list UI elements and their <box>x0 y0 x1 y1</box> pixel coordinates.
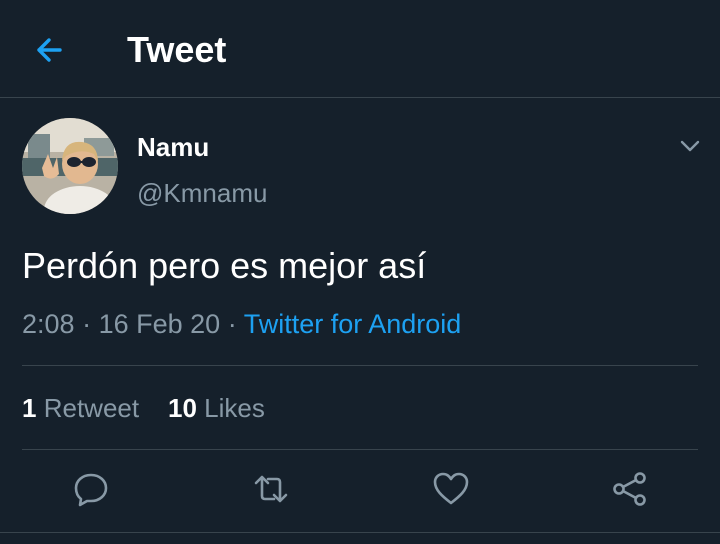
chevron-down-icon <box>680 140 700 152</box>
likes-label: Likes <box>204 393 265 423</box>
tweet-metadata: 2:08 · 16 Feb 20 · Twitter for Android <box>22 308 461 340</box>
retweet-icon <box>254 475 288 503</box>
like-button[interactable] <box>432 470 470 508</box>
heart-icon <box>433 472 469 505</box>
retweet-label: Retweet <box>43 393 140 423</box>
retweets-stat[interactable]: 1 Retweet <box>22 393 139 423</box>
profile-photo <box>22 118 118 214</box>
top-bar: Tweet <box>0 0 720 98</box>
engagement-stats: 1 Retweet 10 Likes <box>22 392 265 424</box>
retweet-button[interactable] <box>252 470 290 508</box>
reply-icon <box>74 473 108 507</box>
divider <box>22 365 698 366</box>
arrow-left-icon <box>37 38 62 62</box>
retweet-count: 1 <box>22 393 37 423</box>
display-name[interactable]: Namu <box>137 132 209 162</box>
tweet-time: 2:08 <box>22 309 75 339</box>
back-button[interactable] <box>30 30 70 70</box>
tweet-date: 16 Feb 20 <box>98 309 221 339</box>
share-button[interactable] <box>611 470 649 508</box>
avatar[interactable] <box>22 118 118 214</box>
meta-separator: · <box>227 309 237 339</box>
tweet-source-link[interactable]: Twitter for Android <box>244 309 462 339</box>
share-icon <box>613 472 646 506</box>
tweet-text: Perdón pero es mejor así <box>22 245 427 286</box>
divider <box>22 449 698 450</box>
user-handle[interactable]: @Kmnamu <box>137 178 267 208</box>
like-count: 10 <box>168 393 197 423</box>
more-options-button[interactable] <box>676 132 704 160</box>
likes-stat[interactable]: 10 Likes <box>168 393 265 423</box>
divider <box>0 532 720 533</box>
meta-separator: · <box>82 309 92 339</box>
tweet-detail-screen: Tweet Namu @Kmnamu Perdón pero es mejor … <box>0 0 720 544</box>
page-title: Tweet <box>127 29 227 70</box>
reply-button[interactable] <box>72 470 110 508</box>
